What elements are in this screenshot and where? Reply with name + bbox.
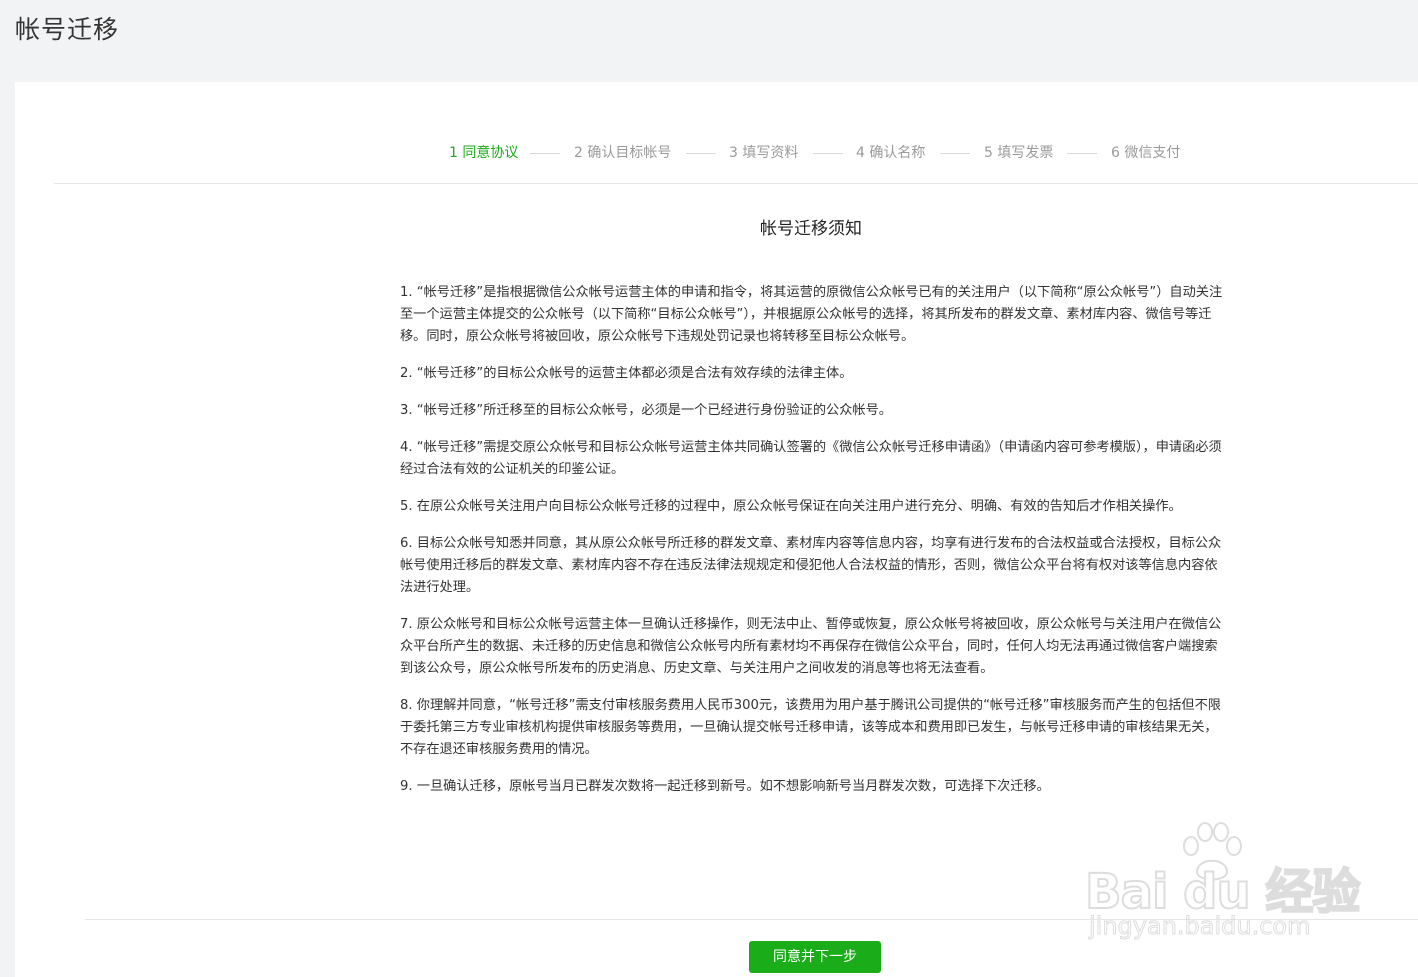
step-2-confirm-target: 2 确认目标帐号 (574, 145, 672, 161)
terms-list: 1. “帐号迁移”是指根据微信公众帐号运营主体的申请和指令，将其运营的原微信公众… (400, 282, 1230, 813)
main-panel: 1 同意协议 2 确认目标帐号 3 填写资料 4 确认名称 5 填写发票 6 微… (15, 82, 1418, 977)
term-item: 1. “帐号迁移”是指根据微信公众帐号运营主体的申请和指令，将其运营的原微信公众… (400, 285, 1223, 344)
bottom-divider (85, 919, 1418, 920)
term-item: 3. “帐号迁移”所迁移至的目标公众帐号，必须是一个已经进行身份验证的公众帐号。 (400, 403, 892, 418)
notice-heading: 帐号迁移须知 (15, 214, 1418, 244)
step-separator (1067, 153, 1097, 154)
page-header: 帐号迁移 (0, 0, 1418, 82)
term-item: 2. “帐号迁移”的目标公众帐号的运营主体都必须是合法有效存续的法律主体。 (400, 366, 853, 381)
term-item: 4. “帐号迁移”需提交原公众帐号和目标公众帐号运营主体共同确认签署的《微信公众… (400, 440, 1222, 477)
step-separator (686, 153, 716, 154)
notice-title: 帐号迁移须知 (760, 219, 862, 239)
step-6-wechat-pay: 6 微信支付 (1111, 145, 1181, 161)
step-4-confirm-name: 4 确认名称 (856, 145, 926, 161)
steps-divider (54, 183, 1418, 184)
step-5-invoice: 5 填写发票 (984, 145, 1054, 161)
step-separator (940, 153, 970, 154)
step-separator (813, 153, 843, 154)
step-indicator: 1 同意协议 2 确认目标帐号 3 填写资料 4 确认名称 5 填写发票 6 微… (15, 142, 1418, 164)
term-item: 8. 你理解并同意，“帐号迁移”需支付审核服务费用人民币300元，该费用为用户基… (400, 698, 1221, 757)
term-item: 5. 在原公众帐号关注用户向目标公众帐号迁移的过程中，原公众帐号保证在向关注用户… (400, 499, 1182, 514)
step-1-agree: 1 同意协议 (449, 145, 519, 161)
page-title: 帐号迁移 (15, 15, 120, 44)
step-3-fill-info: 3 填写资料 (729, 145, 799, 161)
step-separator (530, 153, 560, 154)
term-item: 9. 一旦确认迁移，原帐号当月已群发次数将一起迁移到新号。如不想影响新号当月群发… (400, 779, 1050, 794)
term-item: 7. 原公众帐号和目标公众帐号运营主体一旦确认迁移操作，则无法中止、暂停或恢复，… (400, 617, 1222, 676)
agree-and-next-button[interactable]: 同意并下一步 (749, 941, 881, 973)
term-item: 6. 目标公众帐号知悉并同意，其从原公众帐号所迁移的群发文章、素材库内容等信息内… (400, 536, 1222, 595)
